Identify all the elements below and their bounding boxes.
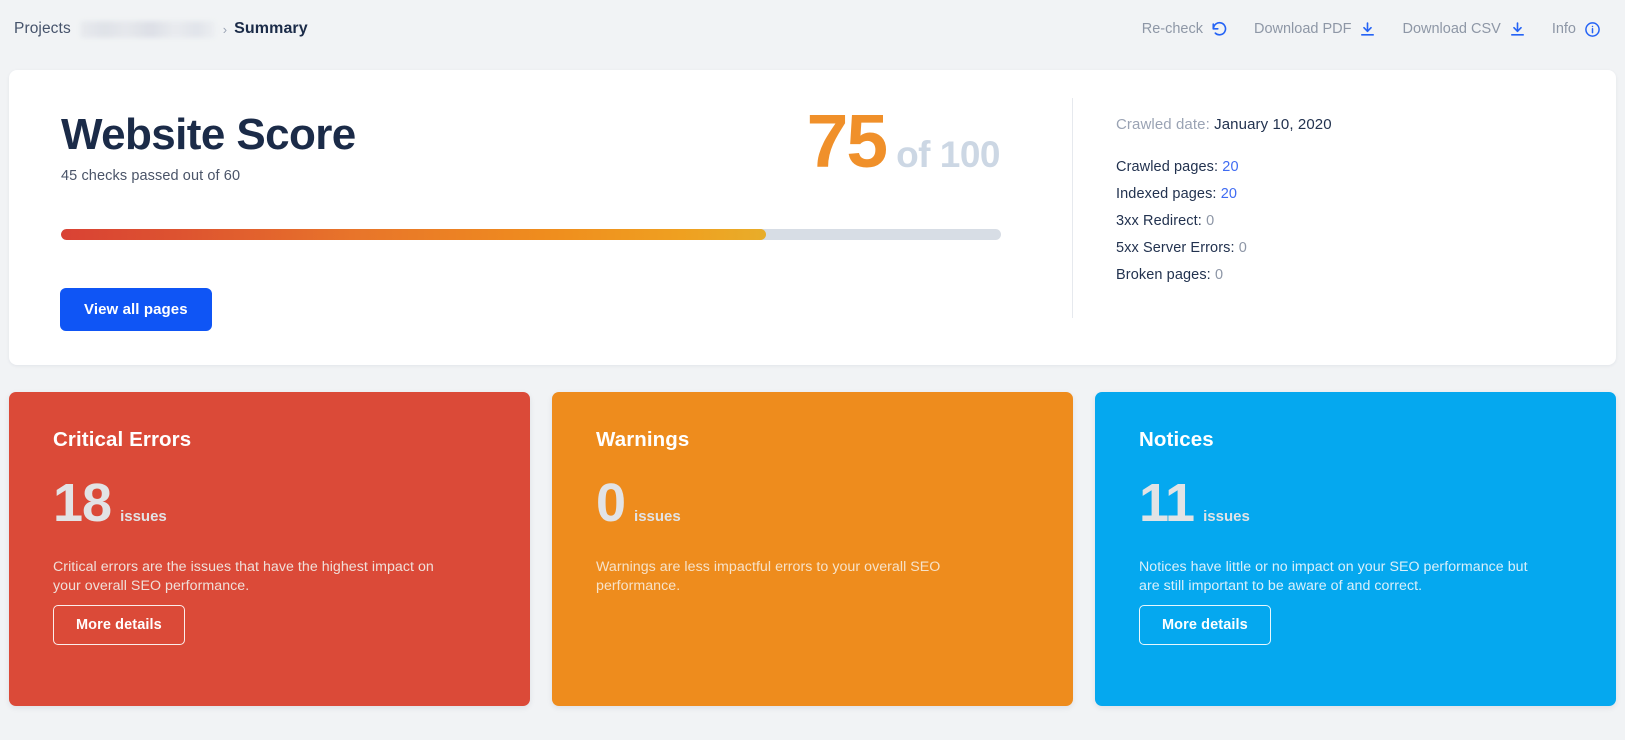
- stat-3xx-redirect: 3xx Redirect: 0: [1116, 213, 1616, 229]
- info-button[interactable]: Info: [1552, 21, 1601, 38]
- card-count-unit: issues: [1203, 508, 1250, 525]
- stat-5xx-server-errors: 5xx Server Errors: 0: [1116, 240, 1616, 256]
- stat-indexed-pages: Indexed pages: 20: [1116, 186, 1616, 202]
- download-pdf-label: Download PDF: [1253, 21, 1352, 37]
- score-progress-fill: [61, 229, 766, 240]
- card-title: Notices: [1139, 428, 1214, 451]
- refresh-icon: [1211, 21, 1228, 38]
- view-all-pages-button[interactable]: View all pages: [60, 288, 212, 331]
- download-icon: [1509, 21, 1526, 38]
- score-value: 75: [806, 99, 888, 183]
- score-value-group: 75 of 100: [806, 99, 1001, 183]
- card-count: 11: [1139, 473, 1195, 533]
- recheck-label: Re-check: [1141, 21, 1203, 37]
- breadcrumb-projects-link[interactable]: Projects: [14, 20, 71, 38]
- card-count: 0: [596, 473, 626, 533]
- card-count-unit: issues: [634, 508, 681, 525]
- critical-errors-card: Critical Errors 18 issues Critical error…: [9, 392, 530, 706]
- download-csv-label: Download CSV: [1402, 21, 1501, 37]
- download-pdf-button[interactable]: Download PDF: [1254, 21, 1377, 38]
- card-description: Warnings are less impactful errors to yo…: [596, 559, 941, 594]
- crawled-date: Crawled date: January 10, 2020: [1116, 116, 1616, 133]
- download-csv-button[interactable]: Download CSV: [1402, 21, 1525, 38]
- card-description: Notices have little or no impact on your…: [1139, 559, 1528, 594]
- website-score-card: Website Score 45 checks passed out of 60…: [9, 70, 1616, 365]
- notices-card: Notices 11 issues Notices have little or…: [1095, 392, 1616, 706]
- breadcrumb-site-redacted[interactable]: [79, 20, 216, 38]
- stat-label: 3xx Redirect:: [1116, 213, 1202, 229]
- breadcrumb: Projects › Summary: [14, 20, 308, 38]
- stat-value: 0: [1238, 240, 1247, 256]
- card-description: Critical errors are the issues that have…: [53, 559, 434, 594]
- stat-value: 0: [1206, 213, 1215, 229]
- crawled-date-label: Crawled date:: [1116, 116, 1210, 133]
- score-progress-bar: [61, 229, 1001, 240]
- stat-broken-pages: Broken pages: 0: [1116, 267, 1616, 283]
- card-title: Warnings: [596, 428, 690, 451]
- warnings-card: Warnings 0 issues Warnings are less impa…: [552, 392, 1073, 706]
- score-summary-panel: Website Score 45 checks passed out of 60…: [9, 70, 1072, 365]
- stat-crawled-pages: Crawled pages: 20: [1116, 159, 1616, 175]
- download-icon: [1359, 21, 1376, 38]
- recheck-button[interactable]: Re-check: [1142, 21, 1228, 38]
- critical-errors-more-details-button[interactable]: More details: [53, 605, 185, 645]
- stat-label: Crawled pages:: [1116, 159, 1219, 175]
- card-count-group: 18 issues: [53, 476, 494, 530]
- stat-value: 0: [1214, 267, 1224, 283]
- card-count-unit: issues: [120, 508, 167, 525]
- card-count-group: 11 issues: [1139, 476, 1580, 530]
- stat-label: Indexed pages:: [1116, 186, 1217, 202]
- card-title: Critical Errors: [53, 428, 192, 451]
- notices-more-details-button[interactable]: More details: [1139, 605, 1271, 645]
- card-count-group: 0 issues: [596, 476, 1037, 530]
- stat-label: Broken pages:: [1116, 267, 1211, 283]
- breadcrumb-current-summary: Summary: [234, 20, 308, 37]
- issue-cards-row: Critical Errors 18 issues Critical error…: [9, 392, 1616, 706]
- score-max-label: of 100: [896, 134, 1000, 175]
- info-circle-icon: [1584, 21, 1601, 38]
- stat-value: 20: [1222, 159, 1239, 175]
- crawl-stats-panel: Crawled date: January 10, 2020 Crawled p…: [1072, 70, 1616, 365]
- stat-label: 5xx Server Errors:: [1116, 240, 1235, 256]
- info-label: Info: [1551, 21, 1576, 37]
- stat-value: 20: [1220, 186, 1238, 202]
- card-count: 18: [53, 473, 112, 533]
- crawled-date-value: January 10, 2020: [1214, 116, 1332, 133]
- top-bar: Projects › Summary Re-check Download PDF: [0, 0, 1625, 58]
- toolbar-actions: Re-check Download PDF Download CSV Info: [1142, 21, 1601, 38]
- breadcrumb-separator-icon: ›: [222, 21, 228, 37]
